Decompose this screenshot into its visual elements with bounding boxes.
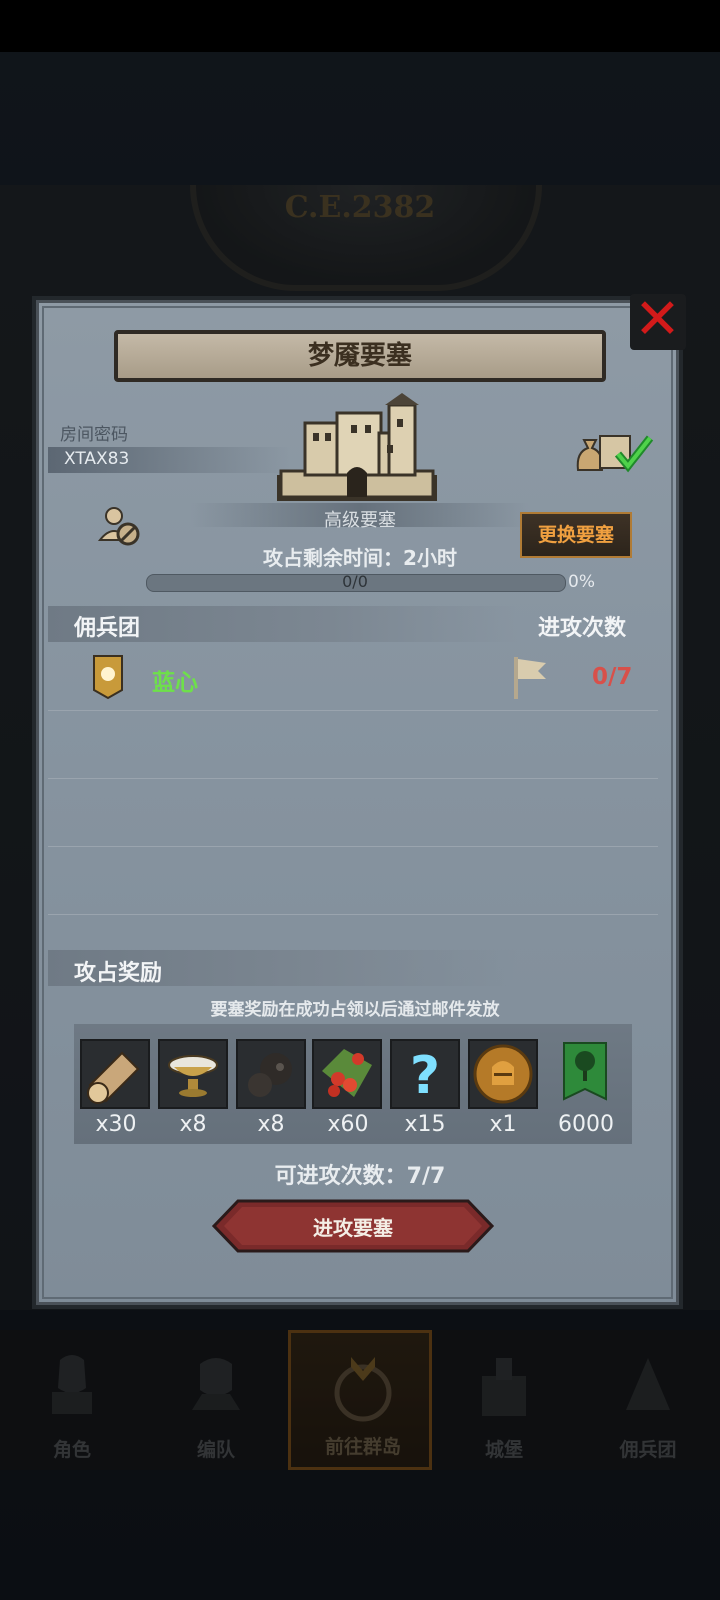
close-x-icon: ✕	[634, 287, 681, 352]
reward-item[interactable]: ?	[390, 1039, 460, 1109]
close-button[interactable]: ✕	[630, 287, 686, 352]
mercenary-name: 蓝心	[152, 670, 198, 696]
room-code[interactable]: XTAX83	[64, 449, 129, 469]
reward-item[interactable]	[80, 1039, 150, 1109]
capture-timer: 攻占剩余时间：2小时	[263, 546, 457, 570]
room-code-label: 房间密码	[60, 425, 128, 445]
user-ban-icon[interactable]	[96, 504, 142, 548]
remaining-attempts: 可进攻次数：7/7	[274, 1164, 446, 1189]
reward-item[interactable]	[468, 1039, 538, 1109]
reward-quantity: x30	[95, 1112, 137, 1137]
list-item	[48, 848, 658, 915]
change-fortress-button[interactable]: 更换要塞	[520, 512, 632, 558]
reward-quantity: x15	[404, 1112, 446, 1137]
loot-bag-check-icon[interactable]	[574, 430, 654, 476]
attack-fortress-label: 进攻要塞	[313, 1216, 393, 1240]
mystery-question-icon: ?	[410, 1046, 440, 1106]
reward-quantity: x8	[179, 1112, 207, 1137]
reward-quantity: 6000	[558, 1112, 614, 1137]
fortress-level: 高级要塞	[324, 510, 396, 531]
log-icon	[87, 1051, 140, 1104]
reward-item[interactable]	[552, 1039, 622, 1109]
attack-count-title: 进攻次数	[538, 616, 627, 641]
progress-percent: 0%	[568, 572, 595, 592]
mercenary-emblem-icon	[93, 655, 123, 700]
list-item	[48, 780, 658, 847]
berries-icon	[322, 1049, 372, 1097]
svg-text:?: ?	[410, 1046, 440, 1106]
dialog-title: 梦魇要塞	[114, 330, 606, 382]
reward-item[interactable]	[312, 1039, 382, 1109]
reward-quantity: x60	[327, 1112, 369, 1137]
list-item	[48, 712, 658, 779]
tree-banner-icon	[563, 1042, 607, 1101]
mercenary-attack-count: 0/7	[592, 664, 633, 690]
reward-quantity: x8	[257, 1112, 285, 1137]
status-bar	[0, 0, 720, 52]
reward-quantity: x1	[489, 1112, 517, 1137]
reward-section-title: 攻占奖励	[74, 961, 163, 986]
fortress-castle-icon	[277, 393, 437, 501]
list-item[interactable]	[48, 650, 658, 711]
reward-note: 要塞奖励在成功占领以后通过邮件发放	[210, 1000, 500, 1020]
bowl-icon	[168, 1055, 218, 1097]
flag-icon	[514, 657, 546, 699]
reward-item[interactable]	[236, 1039, 306, 1109]
ore-icon	[248, 1053, 292, 1097]
progress-value: 0/0	[342, 572, 368, 591]
mercenary-section-title: 佣兵团	[74, 616, 141, 641]
knight-coin-icon	[473, 1044, 533, 1104]
reward-item[interactable]	[158, 1039, 228, 1109]
